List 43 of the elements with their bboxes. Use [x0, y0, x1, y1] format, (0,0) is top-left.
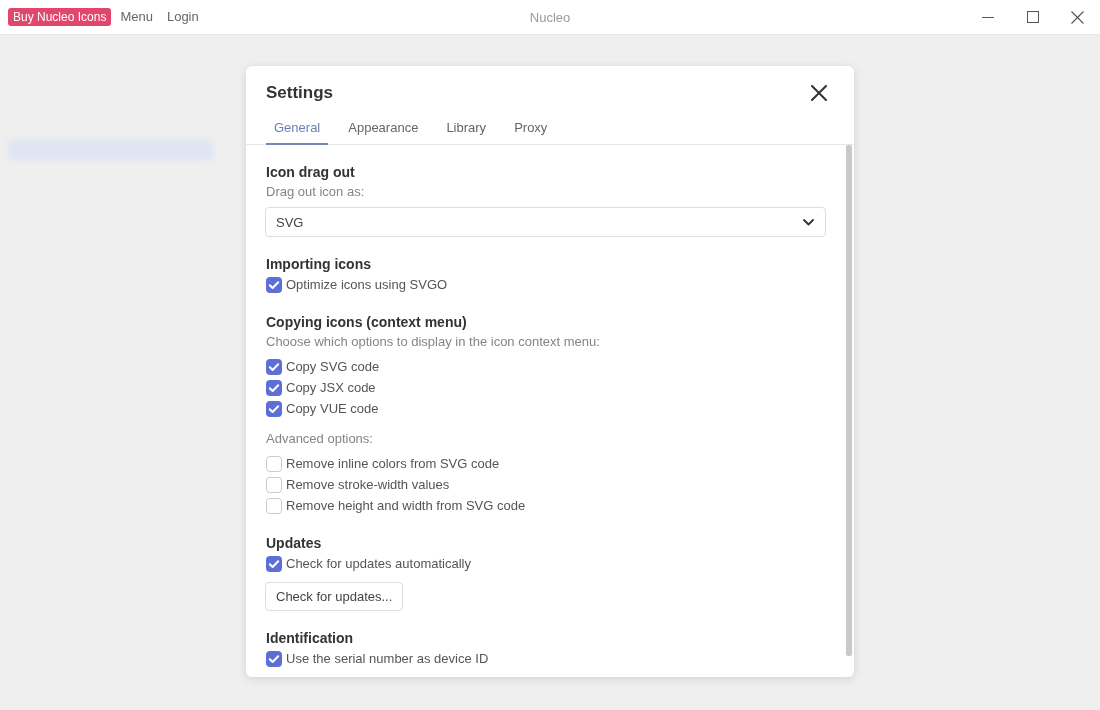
- checkbox-label: Use the serial number as device ID: [286, 650, 489, 668]
- section-heading: Updates: [266, 534, 323, 553]
- section-heading: Icon drag out: [266, 163, 356, 182]
- checkbox-label: Copy JSX code: [286, 379, 376, 397]
- scrollbar-thumb[interactable]: [846, 145, 852, 656]
- check-updates-button[interactable]: Check for updates...: [265, 582, 404, 611]
- settings-tab[interactable]: General: [266, 112, 329, 145]
- window-title: Nucleo: [529, 9, 571, 25]
- chevron-down-icon: [803, 218, 814, 226]
- checkbox-label: Remove stroke-width values: [286, 476, 450, 494]
- buy-icons-button[interactable]: Buy Nucleo Icons: [8, 8, 112, 26]
- section-heading: Importing icons: [266, 255, 372, 274]
- checkbox[interactable]: [266, 400, 282, 417]
- checkbox[interactable]: [266, 476, 282, 493]
- format-select[interactable]: SVG: [265, 207, 826, 237]
- checkbox-label: Copy VUE code: [286, 400, 379, 418]
- section-heading: Copying icons (context menu): [266, 313, 468, 332]
- checkbox[interactable]: [266, 379, 282, 396]
- title-bar-link[interactable]: Login: [166, 8, 199, 26]
- close-window-icon[interactable]: [1071, 10, 1084, 24]
- title-bar-link[interactable]: Menu: [120, 8, 153, 26]
- settings-tab[interactable]: Appearance: [340, 112, 427, 145]
- dialog-title: Settings: [266, 82, 334, 104]
- checkbox[interactable]: [266, 276, 282, 293]
- checkbox[interactable]: [266, 555, 282, 572]
- section-description: Advanced options:: [266, 430, 374, 448]
- checkbox-label: Remove inline colors from SVG code: [286, 455, 500, 473]
- checkbox[interactable]: [266, 497, 282, 514]
- checkbox-label: Remove height and width from SVG code: [286, 497, 526, 515]
- checkbox-label: Optimize icons using SVGO: [286, 276, 448, 294]
- section-heading: Identification: [266, 629, 355, 648]
- minimize-icon[interactable]: [981, 16, 994, 18]
- checkbox[interactable]: [266, 358, 282, 375]
- maximize-icon[interactable]: [1026, 11, 1039, 23]
- settings-tab[interactable]: Library: [438, 112, 495, 145]
- checkbox[interactable]: [266, 455, 282, 472]
- checkbox[interactable]: [266, 650, 282, 667]
- settings-tab[interactable]: Proxy: [506, 112, 556, 145]
- section-description: Choose which options to display in the icon context menu:: [266, 333, 601, 351]
- section-description: Drag out icon as:: [266, 183, 366, 201]
- checkbox-label: Check for updates automatically: [286, 555, 471, 573]
- close-icon[interactable]: [811, 85, 827, 101]
- checkbox-label: Copy SVG code: [286, 358, 380, 376]
